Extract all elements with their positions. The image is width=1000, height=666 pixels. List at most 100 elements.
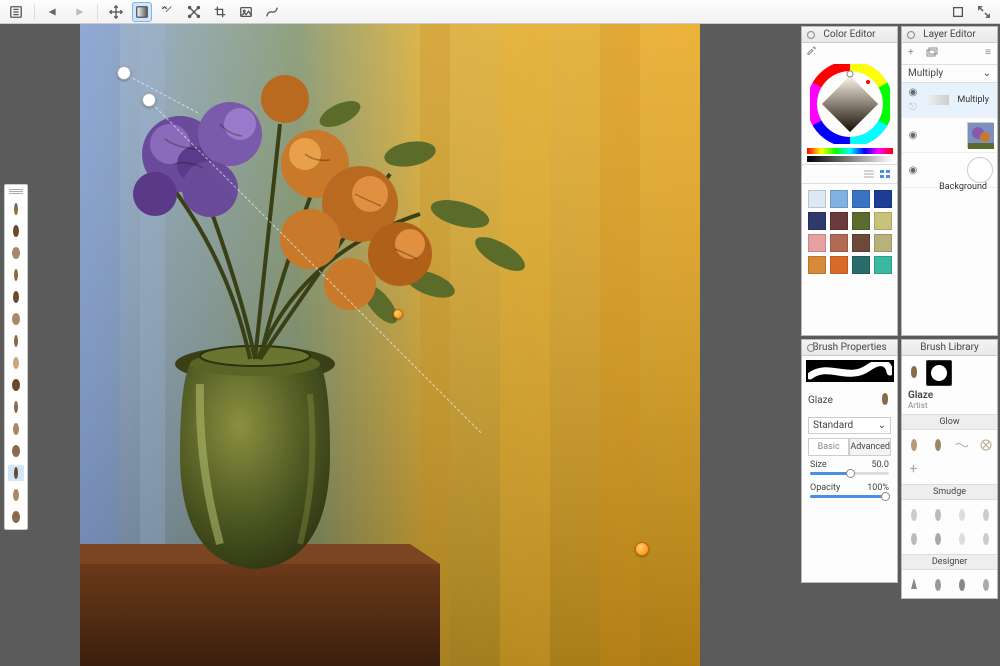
gradient-tool[interactable] <box>132 2 152 22</box>
color-swatch[interactable] <box>852 190 870 208</box>
brush-item[interactable] <box>976 575 996 595</box>
brush-item[interactable] <box>952 435 972 455</box>
brush-dock-item[interactable] <box>8 223 24 239</box>
curve-tool[interactable] <box>262 2 282 22</box>
visibility-icon[interactable]: ◉ <box>906 165 920 176</box>
grayscale-slider[interactable] <box>807 156 893 162</box>
current-brush-preview <box>926 360 952 386</box>
brush-item[interactable] <box>904 575 924 595</box>
color-swatch[interactable] <box>852 212 870 230</box>
brush-dock-item[interactable] <box>8 377 24 393</box>
brush-item[interactable] <box>928 575 948 595</box>
brush-dock-item[interactable] <box>8 333 24 349</box>
transform-tool[interactable] <box>184 2 204 22</box>
brush-preset-dropdown[interactable]: Standard ⌄ <box>808 417 891 434</box>
color-editor-header[interactable]: Color Editor <box>802 27 897 43</box>
color-swatch[interactable] <box>874 234 892 252</box>
color-swatch[interactable] <box>874 212 892 230</box>
brush-item[interactable] <box>952 575 972 595</box>
window-mode-button[interactable] <box>948 2 968 22</box>
brush-dock-item[interactable] <box>8 311 24 327</box>
brush-dock-item[interactable] <box>8 443 24 459</box>
brush-dock-item[interactable] <box>8 421 24 437</box>
brush-item[interactable] <box>952 505 972 525</box>
gradient-handle-end[interactable] <box>635 542 649 556</box>
section-glow[interactable]: Glow <box>902 414 997 430</box>
color-swatch[interactable] <box>874 190 892 208</box>
image-tool[interactable] <box>236 2 256 22</box>
layer-menu-icon[interactable]: ≡ <box>985 47 991 60</box>
gradient-handle-color[interactable] <box>393 309 403 319</box>
size-slider[interactable] <box>810 472 889 475</box>
brush-item[interactable] <box>904 505 924 525</box>
redo-button[interactable] <box>69 2 89 22</box>
lock-icon[interactable]: ⎋ <box>906 102 920 113</box>
chevron-down-icon: ⌄ <box>983 68 991 79</box>
section-smudge[interactable]: Smudge <box>902 484 997 500</box>
opacity-slider[interactable] <box>928 95 949 105</box>
section-designer[interactable]: Designer <box>902 554 997 570</box>
menu-button[interactable] <box>6 2 26 22</box>
grid-view-icon[interactable] <box>879 169 891 179</box>
brush-dock-item[interactable] <box>8 245 24 261</box>
color-swatch[interactable] <box>830 190 848 208</box>
undo-button[interactable] <box>43 2 63 22</box>
color-swatch[interactable] <box>874 256 892 274</box>
brush-item[interactable] <box>904 435 924 455</box>
brush-item[interactable] <box>904 529 924 549</box>
spectrum-slider[interactable] <box>807 148 893 154</box>
fullscreen-button[interactable] <box>974 2 994 22</box>
tab-basic[interactable]: Basic <box>808 438 849 456</box>
visibility-icon[interactable]: ◉ <box>906 87 920 98</box>
brush-properties-title: Brush Properties <box>812 342 886 353</box>
visibility-icon[interactable]: ◉ <box>906 130 920 141</box>
brush-dock-item[interactable] <box>8 267 24 283</box>
brush-library-header[interactable]: Brush Library <box>902 340 997 356</box>
add-brush-icon[interactable]: + <box>904 459 924 479</box>
layer-row-painting[interactable]: ◉ <box>902 118 997 153</box>
brush-item[interactable] <box>976 505 996 525</box>
brush-dock-item[interactable] <box>8 201 24 217</box>
list-view-icon[interactable] <box>863 169 875 179</box>
brush-dock-item[interactable] <box>8 399 24 415</box>
dock-handle-icon[interactable] <box>9 189 23 195</box>
brush-properties-header[interactable]: Brush Properties <box>802 340 897 356</box>
brush-dock-item[interactable] <box>8 509 24 525</box>
crop-tool[interactable] <box>210 2 230 22</box>
color-wheel[interactable] <box>810 64 890 144</box>
canvas[interactable] <box>80 24 700 666</box>
magic-wand-tool[interactable] <box>158 2 178 22</box>
color-swatch[interactable] <box>808 190 826 208</box>
color-swatch[interactable] <box>852 256 870 274</box>
move-tool[interactable] <box>106 2 126 22</box>
color-swatch[interactable] <box>830 212 848 230</box>
opacity-slider[interactable] <box>810 495 889 498</box>
gradient-handle-mid[interactable] <box>142 93 156 107</box>
layer-editor-header[interactable]: Layer Editor <box>902 27 997 43</box>
brush-item[interactable] <box>928 529 948 549</box>
color-swatch[interactable] <box>808 212 826 230</box>
tab-advanced[interactable]: Advanced <box>849 438 891 456</box>
color-swatch[interactable] <box>808 234 826 252</box>
color-swatch[interactable] <box>830 234 848 252</box>
brush-dock-item[interactable] <box>8 289 24 305</box>
add-layer-icon[interactable]: + <box>908 47 914 60</box>
brush-item[interactable] <box>952 529 972 549</box>
layer-row-background[interactable]: ◉ Background <box>902 153 997 188</box>
brush-dock-item[interactable] <box>8 487 24 503</box>
blend-mode-dropdown[interactable]: Multiply ⌄ <box>902 65 997 83</box>
gradient-handle-start[interactable] <box>117 66 131 80</box>
brush-item[interactable] <box>928 435 948 455</box>
brush-item[interactable] <box>928 505 948 525</box>
layer-row-multiply[interactable]: ◉ ⎋ Multiply <box>902 83 997 118</box>
color-swatch[interactable] <box>852 234 870 252</box>
brush-dock-item[interactable] <box>8 355 24 371</box>
layers-icon[interactable] <box>926 47 938 60</box>
color-swatch[interactable] <box>830 256 848 274</box>
size-value[interactable]: 50.0 <box>871 460 889 470</box>
brush-dock-item[interactable] <box>8 465 24 481</box>
brush-item[interactable] <box>976 529 996 549</box>
brush-item[interactable] <box>976 435 996 455</box>
eyedropper-icon[interactable] <box>802 43 897 60</box>
color-swatch[interactable] <box>808 256 826 274</box>
